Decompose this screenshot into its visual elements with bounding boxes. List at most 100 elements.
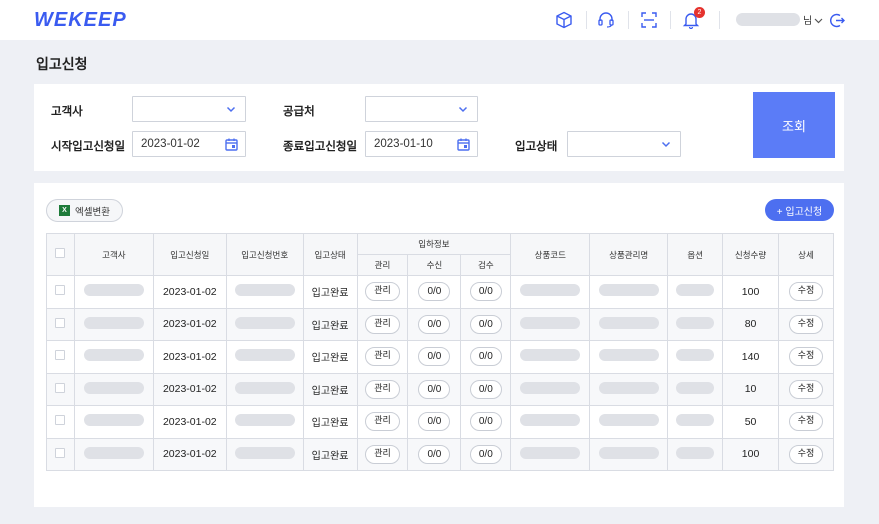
header-divider: [670, 11, 671, 29]
calendar-icon[interactable]: [223, 136, 239, 152]
request-no-cell: [225, 372, 304, 406]
logo[interactable]: WEKEEP: [34, 9, 127, 32]
manage-button[interactable]: 관리: [365, 412, 400, 432]
inspect-cell: 0/0: [460, 307, 512, 341]
excel-icon: X: [59, 205, 71, 216]
col-manage: 관리: [356, 254, 409, 276]
option-cell: [667, 275, 724, 309]
manage-button[interactable]: 관리: [365, 347, 400, 367]
supplier-label: 공급처: [283, 104, 315, 118]
option-cell: [667, 372, 724, 406]
inspect-cell: 0/0: [460, 372, 512, 406]
box-icon[interactable]: [553, 9, 575, 31]
option-cell: [667, 340, 724, 374]
receive-button[interactable]: 0/0: [418, 444, 451, 464]
customer-value: [83, 284, 144, 297]
receive-button[interactable]: 0/0: [418, 379, 451, 399]
scan-icon[interactable]: [638, 9, 660, 31]
edit-button[interactable]: 수정: [788, 379, 824, 399]
product-code-cell: [510, 307, 591, 341]
table-row: 2023-01-02 입고완료 관리 0/0 0/0 100 수정: [46, 437, 835, 471]
chevron-down-icon: [455, 101, 471, 117]
inspect-button[interactable]: 0/0: [469, 412, 502, 432]
product-code-value: [520, 284, 581, 297]
row-select-cell: [46, 437, 75, 471]
search-button[interactable]: 조회: [753, 92, 835, 158]
inspect-cell: 0/0: [460, 340, 512, 374]
customer-cell: [73, 405, 154, 439]
inspect-button[interactable]: 0/0: [469, 444, 502, 464]
logout-icon[interactable]: [826, 9, 848, 31]
table-row: 2023-01-02 입고완료 관리 0/0 0/0 80 수정: [46, 307, 835, 341]
product-code-value: [520, 316, 581, 329]
manage-cell: 관리: [356, 405, 409, 439]
customer-value: [83, 414, 144, 427]
headset-icon[interactable]: [595, 9, 617, 31]
row-checkbox[interactable]: [55, 285, 66, 296]
manage-button[interactable]: 관리: [365, 444, 400, 464]
edit-button[interactable]: 수정: [788, 412, 824, 432]
edit-button[interactable]: 수정: [788, 444, 824, 464]
inspect-button[interactable]: 0/0: [469, 379, 502, 399]
product-code-cell: [510, 437, 591, 471]
supplier-select[interactable]: [365, 96, 478, 122]
detail-cell: 수정: [777, 372, 835, 406]
row-checkbox[interactable]: [55, 317, 66, 328]
row-checkbox[interactable]: [55, 447, 66, 458]
user-name[interactable]: [736, 13, 800, 26]
date-cell: 2023-01-02: [152, 340, 227, 374]
product-name-cell: [589, 405, 669, 439]
request-no-cell: [225, 405, 304, 439]
date-cell: 2023-01-02: [152, 405, 227, 439]
receive-button[interactable]: 0/0: [418, 412, 451, 432]
manage-cell: 관리: [356, 307, 409, 341]
manage-button[interactable]: 관리: [365, 282, 400, 302]
table-row: 2023-01-02 입고완료 관리 0/0 0/0 50 수정: [46, 405, 835, 439]
row-checkbox[interactable]: [55, 382, 66, 393]
product-name-cell: [589, 307, 669, 341]
receive-button[interactable]: 0/0: [418, 347, 451, 367]
customer-select[interactable]: [132, 96, 246, 122]
status-cell: 입고완료: [302, 372, 358, 406]
qty-cell: 50: [722, 405, 779, 439]
product-code-cell: [510, 340, 591, 374]
request-no-cell: [225, 307, 304, 341]
row-checkbox[interactable]: [55, 350, 66, 361]
edit-button[interactable]: 수정: [788, 347, 824, 367]
product-name-value: [598, 349, 659, 362]
status-select[interactable]: [567, 131, 681, 157]
product-name-cell: [589, 372, 669, 406]
product-code-value: [520, 414, 581, 427]
receive-button[interactable]: 0/0: [418, 314, 451, 334]
select-all-checkbox[interactable]: [55, 248, 66, 258]
edit-button[interactable]: 수정: [788, 314, 824, 334]
status-cell: 입고완료: [302, 275, 358, 309]
customer-cell: [73, 307, 154, 341]
inspect-button[interactable]: 0/0: [469, 347, 502, 367]
calendar-icon[interactable]: [455, 136, 471, 152]
excel-export-button[interactable]: X 엑셀변환: [46, 199, 123, 222]
end-date-input[interactable]: 2023-01-10: [365, 131, 478, 157]
edit-button[interactable]: 수정: [788, 282, 824, 302]
customer-cell: [73, 340, 154, 374]
manage-button[interactable]: 관리: [365, 314, 400, 334]
customer-value: [83, 316, 144, 329]
user-suffix: 님: [803, 16, 813, 27]
date-cell: 2023-01-02: [152, 437, 227, 471]
receive-cell: 0/0: [407, 275, 462, 309]
chevron-down-icon: [658, 136, 674, 152]
filter-panel: 고객사 공급처 시작입고신청일 2023-01-02 종료입고신청일 2023-…: [34, 84, 844, 171]
chevron-down-icon[interactable]: [812, 9, 824, 31]
start-date-input[interactable]: 2023-01-02: [132, 131, 246, 157]
col-request-date: 입고신청일: [152, 233, 227, 276]
inspect-button[interactable]: 0/0: [469, 282, 502, 302]
bell-icon[interactable]: 2: [680, 7, 705, 31]
add-request-button[interactable]: + 입고신청: [765, 199, 834, 221]
row-checkbox[interactable]: [55, 415, 66, 426]
col-product-name: 상품관리명: [589, 233, 669, 276]
product-code-value: [520, 446, 581, 459]
status-label: 입고상태: [515, 139, 558, 153]
receive-button[interactable]: 0/0: [418, 282, 451, 302]
manage-button[interactable]: 관리: [365, 379, 400, 399]
inspect-button[interactable]: 0/0: [469, 314, 502, 334]
